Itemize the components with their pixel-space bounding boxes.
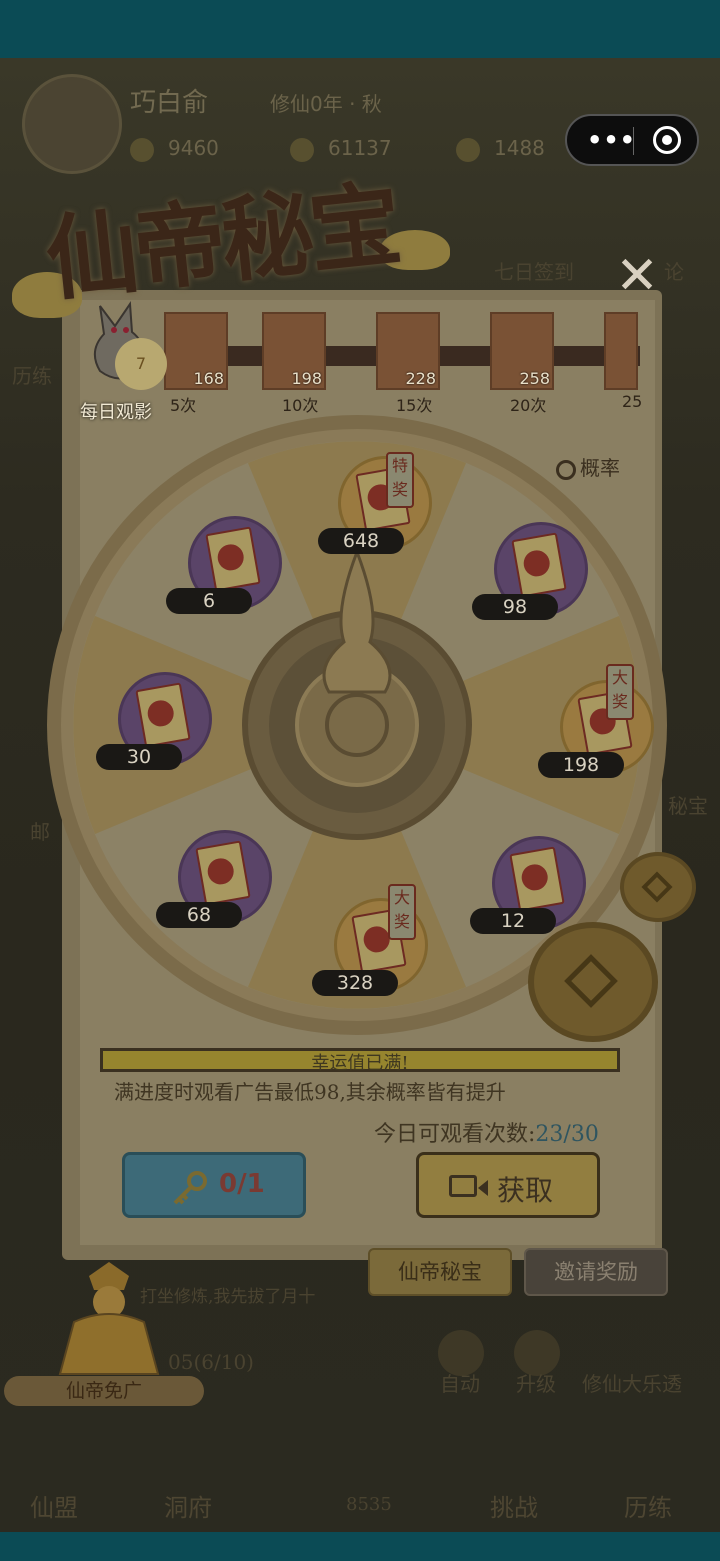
- daily-watch-count: 7: [115, 338, 167, 390]
- ticket-icon: [135, 682, 191, 748]
- luck-note: 满进度时观看广告最低98,其余概率皆有提升: [114, 1080, 506, 1104]
- watch-count: 今日可观看次数:23/30: [374, 1122, 599, 1147]
- video-camera-icon: [449, 1175, 488, 1197]
- milestone-reward[interactable]: [604, 312, 638, 390]
- bottom-bar: [0, 1532, 720, 1561]
- side-label-left[interactable]: 历练: [12, 360, 52, 389]
- use-key-button[interactable]: 0/1: [122, 1152, 306, 1218]
- key-icon: [173, 1171, 207, 1205]
- status-bar: [0, 0, 720, 58]
- side-label-treasure[interactable]: 秘宝: [668, 790, 708, 819]
- capsule-divider: [633, 127, 634, 155]
- ticket-icon: [195, 840, 251, 906]
- milestone-reward[interactable]: 198: [262, 312, 326, 390]
- big-prize-tag: 大奖: [606, 664, 634, 720]
- luck-progress-bar: 幸运值已满!: [100, 1048, 620, 1074]
- auto-label[interactable]: 自动: [440, 1368, 480, 1397]
- milestone-reward[interactable]: 258: [490, 312, 554, 390]
- player-info: 修仙0年 · 秋: [270, 92, 382, 116]
- ticket-icon: [205, 526, 261, 592]
- grand-prize-tag: 特奖: [386, 452, 414, 508]
- nav-challenge[interactable]: 挑战: [490, 1488, 538, 1523]
- lottery-label[interactable]: 修仙大乐透: [582, 1368, 682, 1397]
- player-name: 巧白俞: [130, 88, 209, 118]
- forum-label[interactable]: 论: [664, 256, 684, 285]
- resource-pouch: 1488: [456, 136, 545, 162]
- key-count: 0/1: [219, 1169, 265, 1199]
- invite-reward-button[interactable]: 邀请奖励: [524, 1248, 668, 1296]
- ticket-icon: [509, 846, 565, 912]
- ticket-icon: [511, 532, 567, 598]
- nav-training[interactable]: 历练: [624, 1488, 672, 1523]
- milestone-reward[interactable]: 228: [376, 312, 440, 390]
- immortal-emperor-icon[interactable]: [34, 1256, 184, 1376]
- big-prize-tag: 大奖: [388, 884, 416, 940]
- nav-sect[interactable]: 仙盟: [30, 1488, 78, 1523]
- coin-icon: [528, 922, 658, 1042]
- player-avatar[interactable]: [22, 74, 122, 174]
- treasure-tab-button[interactable]: 仙帝秘宝: [368, 1248, 512, 1296]
- event-label[interactable]: 七日签到: [494, 256, 574, 285]
- center-value: 8535: [346, 1494, 392, 1515]
- more-icon[interactable]: •••: [587, 126, 636, 154]
- milestone-label: 25: [622, 392, 643, 411]
- pouch-icon: [456, 137, 480, 162]
- spirit-stone-icon: [130, 137, 154, 162]
- get-label: 获取: [497, 1174, 554, 1207]
- watch-ad-button[interactable]: 获取: [416, 1152, 600, 1218]
- close-miniprogram-icon[interactable]: [653, 126, 681, 154]
- miniprogram-capsule: •••: [565, 114, 699, 166]
- close-button[interactable]: ✕: [612, 250, 662, 302]
- nav-cave[interactable]: 洞府: [164, 1488, 212, 1523]
- upgrade-label[interactable]: 升级: [516, 1368, 556, 1397]
- ad-free-label[interactable]: 仙帝免广: [4, 1376, 204, 1406]
- resource-spirit-stone: 9460: [130, 136, 219, 162]
- coin-icon: [620, 852, 696, 922]
